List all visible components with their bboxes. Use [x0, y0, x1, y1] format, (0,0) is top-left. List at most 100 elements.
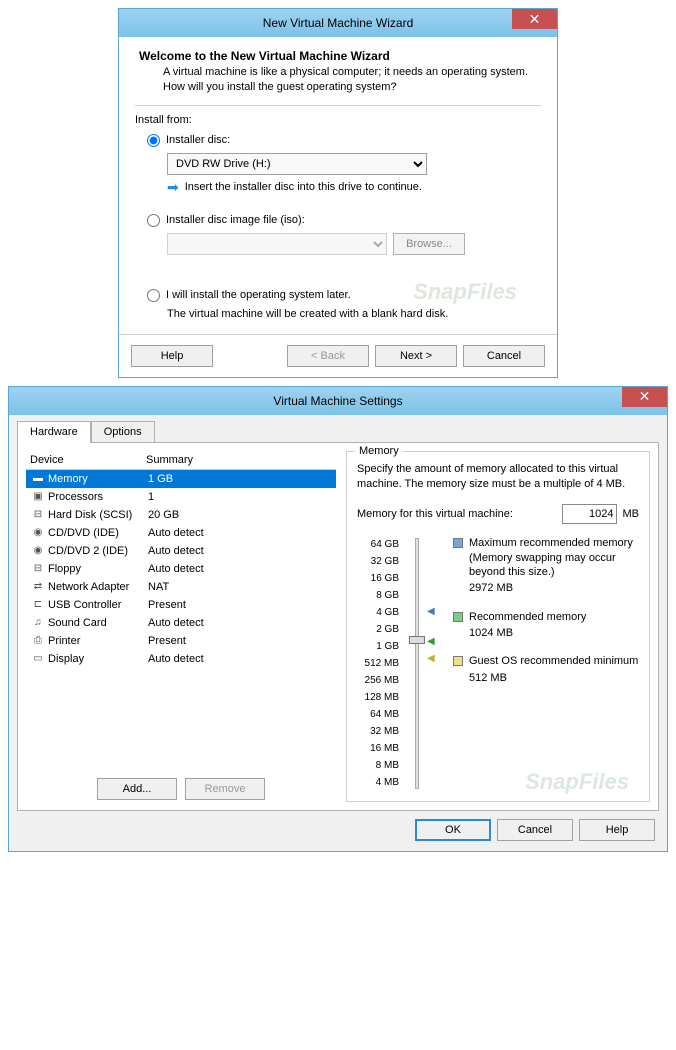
memory-tick: 4 GB: [357, 604, 399, 621]
wizard-subtext: A virtual machine is like a physical com…: [135, 65, 541, 95]
cancel-button[interactable]: Cancel: [463, 345, 545, 367]
device-row[interactable]: ♫Sound CardAuto detect: [26, 614, 336, 632]
browse-button[interactable]: Browse...: [393, 233, 465, 255]
memory-tick: 1 GB: [357, 638, 399, 655]
settings-window: Virtual Machine Settings ✕ Hardware Opti…: [8, 386, 668, 853]
device-row[interactable]: ⇄Network AdapterNAT: [26, 578, 336, 596]
tab-hardware[interactable]: Hardware: [17, 421, 91, 443]
wizard-body: Welcome to the New Virtual Machine Wizar…: [119, 37, 557, 334]
close-icon[interactable]: ✕: [512, 9, 557, 29]
device-summary: Auto detect: [148, 563, 336, 575]
memory-tick: 128 MB: [357, 689, 399, 706]
wizard-window: New Virtual Machine Wizard ✕ Welcome to …: [118, 8, 558, 378]
device-row[interactable]: ⊏USB ControllerPresent: [26, 596, 336, 614]
slider-thumb[interactable]: [409, 636, 425, 644]
radio-iso[interactable]: Installer disc image file (iso):: [147, 214, 541, 227]
memory-input-label: Memory for this virtual machine:: [357, 508, 556, 520]
device-icon: ⊟: [30, 508, 46, 522]
memory-tick: 8 GB: [357, 587, 399, 604]
device-summary: Present: [148, 635, 336, 647]
device-icon: ▣: [30, 490, 46, 504]
device-name: USB Controller: [48, 599, 121, 611]
close-icon[interactable]: ✕: [622, 387, 667, 407]
device-summary: Present: [148, 599, 336, 611]
memory-tick: 4 MB: [357, 774, 399, 791]
memory-desc: Specify the amount of memory allocated t…: [357, 462, 639, 493]
memory-tick: 16 GB: [357, 570, 399, 587]
memory-slider[interactable]: ◀ ◀ ◀: [407, 536, 425, 791]
device-row[interactable]: ▭DisplayAuto detect: [26, 650, 336, 668]
radio-later[interactable]: I will install the operating system late…: [147, 289, 541, 302]
memory-tick: 64 GB: [357, 536, 399, 553]
wizard-titlebar: New Virtual Machine Wizard ✕: [119, 9, 557, 37]
back-button[interactable]: < Back: [287, 345, 369, 367]
radio-iso-label: Installer disc image file (iso):: [166, 214, 305, 226]
device-panel: Device Summary ▬Memory1 GB▣Processors1⊟H…: [26, 451, 336, 803]
device-row[interactable]: ⊟FloppyAuto detect: [26, 560, 336, 578]
device-name: CD/DVD (IDE): [48, 527, 119, 539]
memory-legend-list: Maximum recommended memory (Memory swapp…: [433, 536, 639, 791]
radio-installer-disc-input[interactable]: [147, 134, 160, 147]
device-summary: NAT: [148, 581, 336, 593]
help-button[interactable]: Help: [131, 345, 213, 367]
next-button[interactable]: Next >: [375, 345, 457, 367]
settings-footer: OK Cancel Help: [17, 811, 659, 841]
marker-min-icon: ◀: [427, 653, 435, 664]
device-row[interactable]: ◉CD/DVD (IDE)Auto detect: [26, 524, 336, 542]
device-row[interactable]: ◉CD/DVD 2 (IDE)Auto detect: [26, 542, 336, 560]
device-name: Sound Card: [48, 617, 107, 629]
device-icon: ▬: [30, 472, 46, 486]
drive-select[interactable]: DVD RW Drive (H:): [167, 153, 427, 175]
device-name: Memory: [48, 473, 88, 485]
device-row[interactable]: ⊟Hard Disk (SCSI)20 GB: [26, 506, 336, 524]
hardware-panel: Device Summary ▬Memory1 GB▣Processors1⊟H…: [17, 442, 659, 812]
device-row[interactable]: ⎙PrinterPresent: [26, 632, 336, 650]
tab-options[interactable]: Options: [91, 421, 155, 443]
memory-input[interactable]: [562, 504, 617, 524]
device-summary: Auto detect: [148, 617, 336, 629]
memory-unit: MB: [623, 508, 640, 520]
remove-button[interactable]: Remove: [185, 778, 265, 800]
radio-iso-input[interactable]: [147, 214, 160, 227]
radio-later-input[interactable]: [147, 289, 160, 302]
guest-minimum: Guest OS recommended minimum 512 MB: [453, 654, 639, 685]
device-row[interactable]: ▣Processors1: [26, 488, 336, 506]
device-summary: 1 GB: [148, 473, 336, 485]
settings-body: Hardware Options Device Summary ▬Memory1…: [9, 415, 667, 852]
memory-ticks: 64 GB32 GB16 GB8 GB4 GB2 GB1 GB512 MB256…: [357, 536, 399, 791]
add-button[interactable]: Add...: [97, 778, 177, 800]
memory-legend: Memory: [355, 445, 403, 457]
square-green-icon: [453, 612, 463, 622]
memory-tick: 512 MB: [357, 655, 399, 672]
radio-installer-disc[interactable]: Installer disc:: [147, 134, 541, 147]
cancel-button[interactable]: Cancel: [497, 819, 573, 841]
memory-panel: Memory Specify the amount of memory allo…: [346, 451, 650, 803]
col-summary: Summary: [146, 454, 336, 466]
wizard-title: New Virtual Machine Wizard: [263, 16, 414, 30]
ok-button[interactable]: OK: [415, 819, 491, 841]
settings-title: Virtual Machine Settings: [273, 394, 402, 408]
wizard-footer: Help < Back Next > Cancel: [119, 334, 557, 377]
memory-tick: 16 MB: [357, 740, 399, 757]
install-from-label: Install from:: [135, 114, 541, 126]
device-icon: ⇄: [30, 580, 46, 594]
radio-later-label: I will install the operating system late…: [166, 289, 351, 301]
device-icon: ⊟: [30, 562, 46, 576]
tab-bar: Hardware Options: [17, 421, 659, 443]
disc-hint: ➡ Insert the installer disc into this dr…: [167, 179, 541, 196]
help-button[interactable]: Help: [579, 819, 655, 841]
memory-tick: 32 GB: [357, 553, 399, 570]
device-summary: Auto detect: [148, 653, 336, 665]
radio-installer-disc-label: Installer disc:: [166, 134, 230, 146]
device-list[interactable]: ▬Memory 1 GB ▣Processors1⊟Hard Disk (SCSI)…: [26, 470, 336, 668]
device-name: Display: [48, 653, 84, 665]
device-row[interactable]: ▬Memory 1 GB: [26, 470, 336, 488]
install-from-section: Install from: Installer disc: DVD RW Dri…: [135, 105, 541, 320]
device-summary: 20 GB: [148, 509, 336, 521]
marker-rec-icon: ◀: [427, 636, 435, 647]
memory-tick: 2 GB: [357, 621, 399, 638]
wizard-heading: Welcome to the New Virtual Machine Wizar…: [135, 49, 541, 63]
iso-path-select[interactable]: [167, 233, 387, 255]
memory-tick: 8 MB: [357, 757, 399, 774]
device-name: CD/DVD 2 (IDE): [48, 545, 128, 557]
